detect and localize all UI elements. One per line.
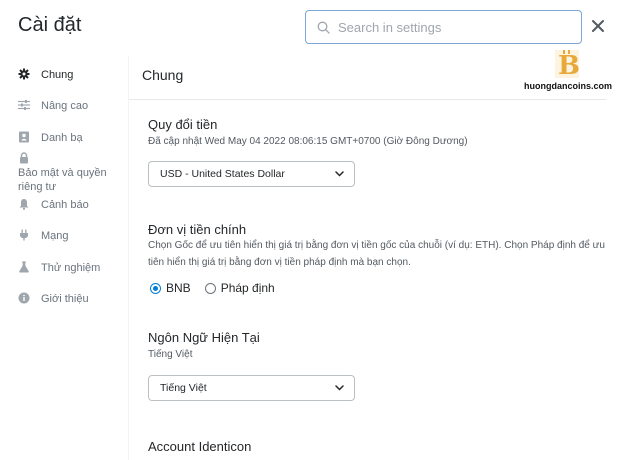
sidebar-item-label: Nâng cao (41, 100, 89, 112)
sidebar-item-label: Danh bạ (41, 132, 83, 144)
flask-icon (19, 261, 29, 273)
sidebar-item-label: Chung (41, 69, 74, 81)
sidebar-item-advanced[interactable]: Nâng cao (18, 99, 88, 113)
close-icon[interactable] (590, 18, 606, 34)
sidebar-item-label: Bảo mật và quyền riêng tư (18, 167, 107, 193)
sliders-icon (18, 100, 30, 110)
sidebar-item-contacts[interactable]: Danh bạ (18, 131, 83, 145)
search-icon (317, 21, 330, 34)
sidebar-item-label: Mạng (41, 230, 69, 242)
search-input[interactable] (338, 17, 573, 37)
current-language-value: Tiếng Việt (148, 349, 193, 360)
language-select-value: Tiếng Việt (160, 382, 207, 394)
radio-dot (204, 282, 216, 294)
currency-select[interactable]: USD - United States Dollar (148, 161, 355, 187)
bell-icon (19, 199, 29, 210)
radio-label: Pháp định (220, 281, 275, 295)
sidebar-item-alerts[interactable]: Cảnh báo (18, 198, 89, 212)
svg-text:B: B (558, 51, 579, 78)
site-watermark: B huongdancoins.com (520, 48, 624, 96)
gear-icon (18, 68, 30, 80)
section-divider (129, 99, 606, 100)
sidebar-item-label: Cảnh báo (41, 199, 89, 211)
sidebar-item-security-privacy[interactable]: Bảo mật và quyền riêng tư (18, 152, 118, 194)
primary-currency-description: Chọn Gốc để ưu tiên hiển thị giá trị bằn… (148, 240, 605, 268)
language-select[interactable]: Tiếng Việt (148, 375, 355, 401)
section-title: Chung (142, 67, 184, 83)
currency-updated-text: Đã cập nhật Wed May 04 2022 08:06:15 GMT… (148, 136, 468, 147)
chevron-down-icon (335, 171, 344, 177)
primary-currency-heading: Đơn vị tiền chính (148, 222, 247, 237)
lock-icon (20, 152, 28, 164)
current-language-heading: Ngôn Ngữ Hiện Tại (148, 330, 260, 345)
radio-fiat-currency[interactable]: Pháp định (204, 281, 275, 295)
contacts-icon (19, 131, 29, 143)
sidebar-item-about[interactable]: Giới thiệu (18, 292, 89, 306)
plug-icon (20, 229, 28, 241)
radio-native-currency[interactable]: BNB (150, 281, 191, 295)
primary-currency-radio-group: BNB Pháp định (150, 281, 289, 295)
search-box[interactable] (305, 10, 582, 44)
sidebar-item-general[interactable]: Chung (18, 68, 73, 82)
radio-label: BNB (166, 281, 191, 295)
radio-dot (150, 282, 161, 294)
sidebar-divider (128, 56, 129, 460)
sidebar-item-label: Thử nghiệm (41, 262, 101, 274)
sidebar-item-label: Giới thiệu (41, 293, 89, 305)
currency-select-value: USD - United States Dollar (160, 168, 285, 180)
account-identicon-heading: Account Identicon (148, 439, 252, 454)
sidebar-item-experimental[interactable]: Thử nghiệm (18, 261, 100, 275)
currency-conversion-heading: Quy đổi tiền (148, 117, 218, 132)
watermark-logo-icon: B (555, 50, 579, 78)
chevron-down-icon (335, 385, 344, 391)
info-icon (18, 292, 30, 304)
page-title: Cài đặt (18, 14, 82, 36)
sidebar-item-networks[interactable]: Mạng (18, 229, 69, 243)
watermark-text: huongdancoins.com (524, 81, 613, 91)
